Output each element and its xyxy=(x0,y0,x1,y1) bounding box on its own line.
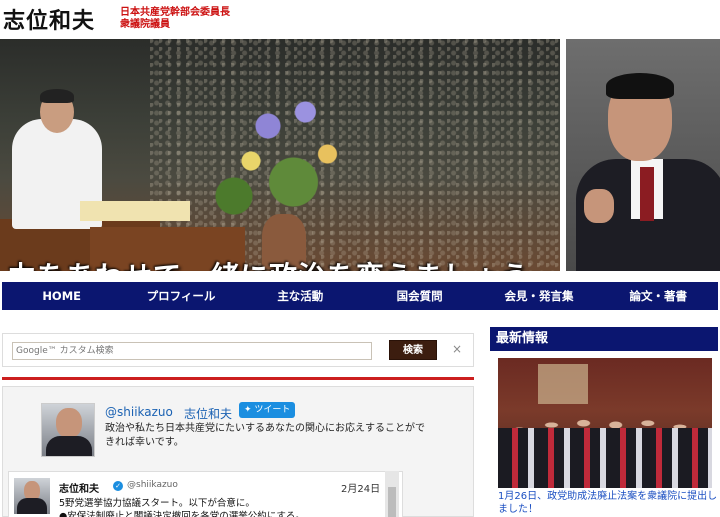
role-line-2: 衆議院議員 xyxy=(120,19,170,30)
site-title[interactable]: 志位和夫 xyxy=(3,3,95,35)
tweet-author-handle[interactable]: @shiikazuo xyxy=(127,480,178,490)
role-line-1: 日本共産党幹部会委員長 xyxy=(120,7,230,18)
tweet-scrollbar[interactable] xyxy=(385,471,399,517)
site-header: 志位和夫 日本共産党幹部会委員長 衆議院議員 xyxy=(0,0,720,36)
twitter-bird-icon: ✦ xyxy=(244,405,252,415)
portrait-hair xyxy=(606,73,674,99)
latest-news-link[interactable]: 1月26日、政党助成法廃止法案を衆議院に提出しました！ xyxy=(498,490,718,516)
nav-item-home[interactable]: HOME xyxy=(2,282,121,310)
nav-item-press[interactable]: 会見・発言集 xyxy=(479,282,598,310)
tweet-button[interactable]: ✦ ツイート xyxy=(239,402,296,418)
search-clear-icon[interactable]: × xyxy=(452,342,462,356)
portrait-fist xyxy=(584,189,614,223)
portrait-tie xyxy=(640,167,654,221)
tweet-author-name[interactable]: 志位和夫 xyxy=(59,480,99,495)
news-photo-suits xyxy=(498,428,712,488)
tweet-avatar[interactable] xyxy=(14,478,50,514)
search-button[interactable]: 検索 xyxy=(389,340,437,360)
site-roles: 日本共産党幹部会委員長 衆議院議員 xyxy=(120,7,230,31)
tweet-text-line-2: ●安保法制廃止と閣議決定撤回を各党の選挙公約にする。 xyxy=(59,511,305,517)
twitter-description: 政治や私たち日本共産党にたいするあなたの関心にお応えすることができれば幸いです。 xyxy=(105,423,425,448)
hero-speaker-hair xyxy=(40,89,74,103)
twitter-name-link[interactable]: 志位和夫 xyxy=(184,405,232,422)
verified-icon: ✓ xyxy=(113,481,123,491)
nav-item-papers[interactable]: 論文・著書 xyxy=(599,282,718,310)
search-input[interactable] xyxy=(12,342,372,360)
section-divider xyxy=(2,377,474,380)
hero-banner-image: 力をあわせて一緒に政治を変えましょう xyxy=(0,39,560,271)
tweet-item[interactable]: 志位和夫 ✓ @shiikazuo 2月24日 5野党選挙協力協議スタート。以下… xyxy=(8,471,403,517)
tweet-button-label: ツイート xyxy=(254,405,291,415)
latest-news-header: 最新情報 xyxy=(490,327,718,351)
tweet-scrollbar-thumb[interactable] xyxy=(388,487,396,517)
nav-item-activities[interactable]: 主な活動 xyxy=(241,282,360,310)
nav-item-diet-questions[interactable]: 国会質問 xyxy=(360,282,479,310)
nav-item-profile[interactable]: プロフィール xyxy=(121,282,240,310)
search-box: 検索 × xyxy=(2,333,474,367)
twitter-avatar[interactable] xyxy=(41,403,95,457)
hero-podium-top xyxy=(80,201,190,221)
hero-slogan: 力をあわせて一緒に政治を変えましょう xyxy=(8,255,530,271)
tweet-date[interactable]: 2月24日 xyxy=(341,480,380,495)
latest-news-photo[interactable] xyxy=(498,358,712,488)
twitter-widget: @shiikazuo 志位和夫 ✦ ツイート 政治や私たち日本共産党にたいするあ… xyxy=(2,386,474,517)
main-nav: HOME プロフィール 主な活動 国会質問 会見・発言集 論文・著書 xyxy=(2,282,718,310)
hero-flowers xyxy=(200,84,370,224)
tweet-text-line-1: 5野党選挙協力協議スタート。以下が合意に。 xyxy=(59,498,255,509)
hero-portrait-image xyxy=(566,39,720,271)
twitter-handle-link[interactable]: @shiikazuo xyxy=(105,405,173,419)
